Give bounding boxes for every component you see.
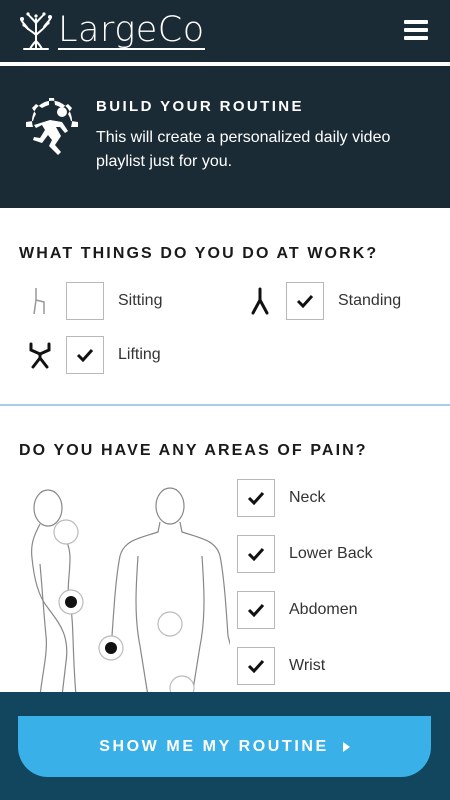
hamburger-menu-icon[interactable] [404,20,428,44]
logo[interactable]: LargeCo [18,8,205,54]
logo-text: LargeCo [58,10,205,50]
pain-option-neck[interactable]: Neck [237,478,325,518]
pain-option-abdomen[interactable]: Abdomen [237,590,358,630]
tree-icon [20,12,52,50]
pain-label-neck: Neck [289,489,326,506]
lifting-icon [28,340,52,370]
pain-label-wrist: Wrist [289,657,326,674]
hero-title: BUILD YOUR ROUTINE [96,98,304,115]
checkbox-lifting[interactable] [66,336,104,374]
checkmark-icon [296,294,314,308]
checkbox-standing[interactable] [286,282,324,320]
checkbox-wrist[interactable] [237,647,275,685]
option-label-standing: Standing [338,292,402,309]
play-arrow-icon [342,741,350,752]
option-label-lifting: Lifting [118,346,161,363]
work-section-title: WHAT THINGS DO YOU DO AT WORK? [19,245,379,262]
option-label-sitting: Sitting [118,292,163,309]
checkmark-icon [247,491,265,505]
checkmark-icon [76,348,94,362]
top-bar: LargeCo [0,0,450,62]
gear-runner-icon [26,98,78,155]
hero-subtitle: This will create a personalized daily vi… [96,129,391,170]
sitting-icon [28,286,52,316]
checkbox-sitting[interactable] [66,282,104,320]
checkbox-lower-back[interactable] [237,535,275,573]
body-diagram-icon [31,487,230,696]
pain-label-lower-back: Lower Back [289,545,373,562]
pain-section-title: DO YOU HAVE ANY AREAS OF PAIN? [19,442,368,459]
show-routine-label: SHOW ME MY ROUTINE [99,737,329,755]
checkmark-icon [247,547,265,561]
pain-option-wrist[interactable]: Wrist [237,646,325,686]
checkmark-icon [247,659,265,673]
checkbox-neck[interactable] [237,479,275,517]
section-divider [0,404,450,406]
option-lifting[interactable]: Lifting [28,335,161,375]
option-standing[interactable]: Standing [248,281,401,321]
pain-option-lower-back[interactable]: Lower Back [237,534,373,574]
checkbox-abdomen[interactable] [237,591,275,629]
show-routine-button[interactable]: SHOW ME MY ROUTINE [18,716,431,777]
option-sitting[interactable]: Sitting [28,281,162,321]
checkmark-icon [247,603,265,617]
pain-label-abdomen: Abdomen [289,601,358,618]
hero-banner: BUILD YOUR ROUTINE This will create a pe… [0,66,450,208]
standing-icon [248,286,272,316]
